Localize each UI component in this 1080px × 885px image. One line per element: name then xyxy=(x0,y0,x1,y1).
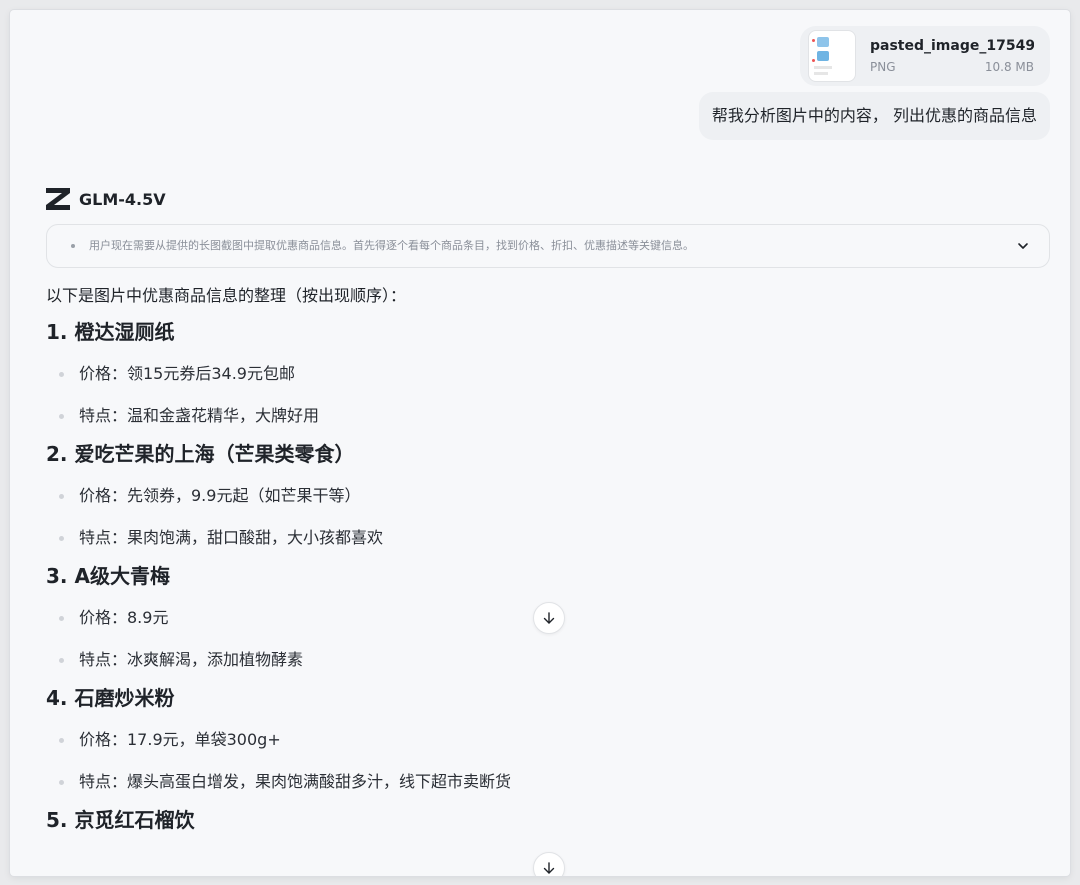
item-title: 1. 橙达湿厕纸 xyxy=(46,320,175,344)
list-item: 特点：果肉饱满，甜口酸甜，大小孩都喜欢 xyxy=(46,517,1046,559)
bullet-dot xyxy=(59,414,64,419)
scroll-down-button[interactable] xyxy=(533,852,565,876)
bullet-dot xyxy=(59,372,64,377)
bullet-dot xyxy=(59,738,64,743)
item-feature: 特点：温和金盏花精华，大牌好用 xyxy=(79,406,320,425)
thinking-panel[interactable]: 用户现在需要从提供的长图截图中提取优惠商品信息。首先得逐个看每个商品条目，找到价… xyxy=(46,224,1050,268)
chat-window: pasted_image_17549... PNG 10.8 MB 帮我分析图片… xyxy=(10,10,1070,876)
list-item: 特点：温和金盏花精华，大牌好用 xyxy=(46,395,1046,437)
item-details: 价格：先领券，9.9元起（如芒果干等） 特点：果肉饱满，甜口酸甜，大小孩都喜欢 xyxy=(46,475,1046,559)
bullet-dot xyxy=(59,494,64,499)
attachment-card[interactable]: pasted_image_17549... PNG 10.8 MB xyxy=(800,26,1050,86)
arrow-down-icon xyxy=(543,862,555,874)
item-price: 价格：8.9元 xyxy=(79,608,169,627)
model-header: GLM-4.5V xyxy=(46,188,166,210)
item-title: 4. 石磨炒米粉 xyxy=(46,686,175,710)
user-message-bubble: 帮我分析图片中的内容， 列出优惠的商品信息 xyxy=(698,92,1050,140)
response-intro: 以下是图片中优惠商品信息的整理（按出现顺序）： xyxy=(46,286,407,305)
bullet-dot xyxy=(59,536,64,541)
item-price: 价格：领15元券后34.9元包邮 xyxy=(79,364,295,383)
list-item: 特点：爆头高蛋白增发，果肉饱满酸甜多汁，线下超市卖断货 xyxy=(46,761,1046,803)
model-name: GLM-4.5V xyxy=(79,189,166,209)
assistant-response: 以下是图片中优惠商品信息的整理（按出现顺序）： 1. 橙达湿厕纸 价格：领15元… xyxy=(46,280,1046,836)
item-title: 3. A级大青梅 xyxy=(46,564,170,588)
bullet-dot xyxy=(59,658,64,663)
bullet-dot xyxy=(71,244,75,248)
item-price: 价格：17.9元，单袋300g+ xyxy=(79,730,281,749)
arrow-down-icon xyxy=(543,612,555,624)
attachment-info: pasted_image_17549... PNG 10.8 MB xyxy=(870,38,1034,74)
chevron-down-icon[interactable] xyxy=(1017,240,1029,252)
attachment-name: pasted_image_17549... xyxy=(870,38,1034,54)
z-logo-icon xyxy=(46,188,70,210)
item-price: 价格：先领券，9.9元起（如芒果干等） xyxy=(79,486,361,505)
attachment-size: 10.8 MB xyxy=(984,60,1034,74)
bullet-dot xyxy=(59,780,64,785)
list-item: 价格：17.9元，单袋300g+ xyxy=(46,719,1046,761)
scroll-down-button[interactable] xyxy=(533,602,565,634)
image-file-thumbnail[interactable] xyxy=(808,30,856,82)
item-title: 5. 京觅红石榴饮 xyxy=(46,808,195,832)
list-item: 特点：冰爽解渴，添加植物酵素 xyxy=(46,639,1046,681)
attachment-type: PNG xyxy=(870,60,896,74)
item-details: 价格：领15元券后34.9元包邮 特点：温和金盏花精华，大牌好用 xyxy=(46,353,1046,437)
attachment-meta: PNG 10.8 MB xyxy=(870,60,1034,74)
bullet-dot xyxy=(59,616,64,621)
thinking-text: 用户现在需要从提供的长图截图中提取优惠商品信息。首先得逐个看每个商品条目，找到价… xyxy=(89,239,694,252)
item-feature: 特点：爆头高蛋白增发，果肉饱满酸甜多汁，线下超市卖断货 xyxy=(79,772,512,791)
item-details: 价格：17.9元，单袋300g+ 特点：爆头高蛋白增发，果肉饱满酸甜多汁，线下超… xyxy=(46,719,1046,803)
list-item: 价格：领15元券后34.9元包邮 xyxy=(46,353,1046,395)
list-item: 价格：先领券，9.9元起（如芒果干等） xyxy=(46,475,1046,517)
item-title: 2. 爱吃芒果的上海（芒果类零食） xyxy=(46,442,355,466)
item-feature: 特点：冰爽解渴，添加植物酵素 xyxy=(79,650,304,669)
item-feature: 特点：果肉饱满，甜口酸甜，大小孩都喜欢 xyxy=(79,528,384,547)
